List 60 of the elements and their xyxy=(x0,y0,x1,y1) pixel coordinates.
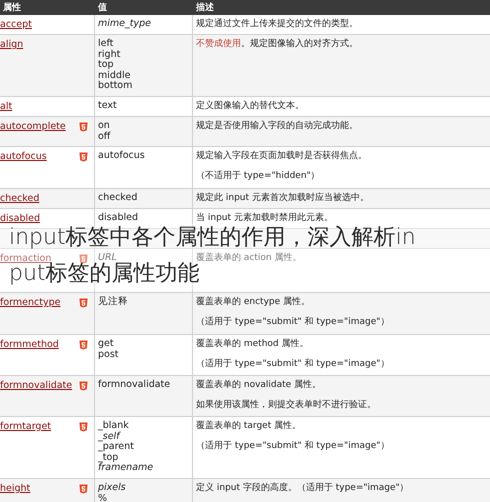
value-text: bottom xyxy=(98,81,132,92)
attribute-link[interactable]: autofocus xyxy=(0,151,47,162)
value-text: URL xyxy=(98,253,117,263)
attribute-link[interactable]: formenctype xyxy=(0,297,60,308)
column-header: 值 xyxy=(96,2,108,14)
description-text: （适用于 type="submit" 和 type="image"） xyxy=(196,441,390,452)
value-text: _blank xyxy=(98,421,129,432)
description-text: 覆盖表单的 method 属性。 xyxy=(196,339,308,350)
value-text: 见注释 xyxy=(98,297,128,308)
description-text: 当 input 元素加载时禁用此元素。 xyxy=(196,213,333,224)
value-text: formnovalidate xyxy=(98,380,170,390)
description-text: 规定是否使用输入字段的自动完成功能。 xyxy=(196,121,358,132)
description-text: 覆盖表单的 action 属性。 xyxy=(196,253,302,263)
description-text: 覆盖表单的 target 属性。 xyxy=(196,421,302,432)
deprecated-link[interactable]: 不赞成使用 xyxy=(196,39,241,49)
attribute-link[interactable]: autocomplete xyxy=(0,121,66,132)
value-text: % xyxy=(98,494,108,502)
value-text: top xyxy=(98,60,114,70)
description-text: 规定此 input 元素首次加载时应当被选中。 xyxy=(196,193,369,204)
description-text: （适用于 type="submit" 和 type="image"） xyxy=(196,317,390,328)
caption-text: put标签的属性功能 xyxy=(9,262,200,286)
description-text: 如果使用该属性，则提交表单时不进行验证。 xyxy=(196,400,376,411)
value-text: get xyxy=(98,339,114,350)
description-text: 规定输入字段在页面加载时是否获得焦点。 xyxy=(196,151,367,162)
attribute-link[interactable]: disabled xyxy=(0,213,40,224)
attribute-link[interactable]: checked xyxy=(0,193,40,204)
value-text: disabled xyxy=(98,213,138,224)
attribute-link[interactable]: align xyxy=(0,39,24,50)
value-text: off xyxy=(98,132,110,142)
description-text: 覆盖表单的 novalidate 属性。 xyxy=(196,380,322,391)
value-text: pixels xyxy=(98,483,126,494)
description-text: （不适用于 type="hidden"） xyxy=(196,171,320,182)
value-text: post xyxy=(98,350,119,360)
value-text: autofocus xyxy=(98,151,145,162)
description-text: 不赞成使用。规定图像输入的对齐方式。 xyxy=(196,39,358,50)
value-text: mime_type xyxy=(98,19,151,30)
value-text: middle xyxy=(98,70,130,80)
description-text: 规定通过文件上传来提交的文件的类型。 xyxy=(196,19,358,30)
value-text: _top xyxy=(98,452,118,462)
value-text: right xyxy=(98,50,120,60)
description-text: 覆盖表单的 enctype 属性。 xyxy=(196,297,310,308)
attribute-link[interactable]: formtarget xyxy=(0,421,52,432)
caption-text: input标签中各个属性的作用，深入解析in xyxy=(9,226,416,250)
column-header: 描述 xyxy=(195,1,215,14)
attribute-link[interactable]: accept xyxy=(0,19,32,30)
description-text: 定义 input 字段的高度。（适用于 type="image"） xyxy=(196,483,409,494)
value-text: left xyxy=(98,39,114,50)
column-header: 属性 xyxy=(2,2,22,14)
value-text: checked xyxy=(98,193,138,204)
value-text: framename xyxy=(98,463,154,474)
attribute-link[interactable]: alt xyxy=(0,101,12,112)
attribute-link[interactable]: height xyxy=(0,483,30,494)
attribute-link[interactable]: formmethod xyxy=(0,339,59,350)
value-text: _parent xyxy=(98,442,134,452)
description-text: （适用于 type="submit" 和 type="image"） xyxy=(196,359,390,370)
value-text: on xyxy=(98,121,110,132)
value-text: text xyxy=(98,101,117,112)
value-text: _self xyxy=(98,432,120,442)
attribute-link[interactable]: formnovalidate xyxy=(0,380,72,391)
description-text: 定义图像输入的替代文本。 xyxy=(196,101,304,112)
